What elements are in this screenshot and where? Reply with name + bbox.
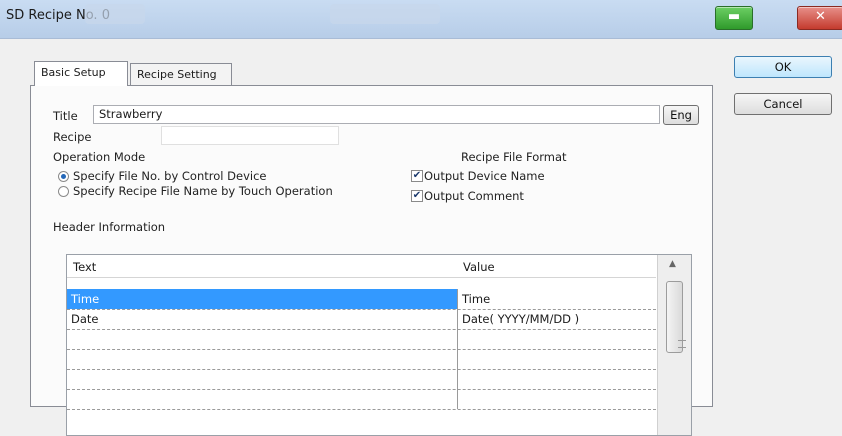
table-header: Text Value	[67, 255, 656, 278]
grip-icon	[678, 340, 686, 348]
header-info-table: Text Value Time Time Date Date( YYYY/MM/…	[66, 254, 692, 436]
recipe-label: Recipe	[53, 130, 92, 144]
eng-button[interactable]: Eng	[663, 105, 699, 125]
scroll-up-icon[interactable]: ▲	[669, 259, 676, 269]
format-option-label: Output Device Name	[424, 169, 545, 183]
cell-value[interactable]: Time	[458, 289, 656, 309]
cell-value[interactable]	[458, 329, 656, 349]
close-icon: ✕	[815, 9, 826, 24]
titlebar-blur	[330, 4, 440, 24]
cell-text[interactable]	[67, 369, 458, 389]
cell-value[interactable]	[458, 369, 656, 389]
cell-text[interactable]	[67, 389, 458, 409]
cell-text[interactable]: Date	[67, 309, 458, 329]
header-info-label: Header Information	[53, 220, 166, 234]
table-row[interactable]	[67, 369, 656, 390]
cancel-button[interactable]: Cancel	[734, 93, 832, 115]
output-device-name-checkbox[interactable]: ✔	[411, 170, 423, 182]
cell-text[interactable]	[67, 329, 458, 349]
mode-option-label: Specify File No. by Control Device	[73, 169, 267, 183]
column-header-text: Text	[73, 260, 97, 274]
recipe-input[interactable]	[161, 126, 339, 145]
mode-radio-file-no[interactable]	[58, 171, 69, 182]
cell-value[interactable]	[458, 389, 656, 409]
cell-text[interactable]	[67, 349, 458, 369]
tab-recipe-setting[interactable]: Recipe Setting	[130, 63, 232, 85]
ok-button[interactable]: OK	[734, 56, 832, 78]
table-row[interactable]	[67, 389, 656, 410]
output-comment-checkbox[interactable]: ✔	[411, 190, 423, 202]
dialog-client: Basic Setup Recipe Setting OK Cancel Tit…	[0, 39, 842, 436]
titlebar-blur	[85, 4, 145, 24]
tab-basic-setup[interactable]: Basic Setup	[34, 61, 128, 86]
format-option-label: Output Comment	[424, 189, 524, 203]
table-row[interactable]: Date Date( YYYY/MM/DD )	[67, 309, 656, 330]
minimize-icon: ▬	[727, 9, 741, 24]
column-header-value: Value	[463, 260, 495, 274]
cell-text[interactable]: Time	[67, 289, 458, 309]
table-row[interactable]: Time Time	[67, 289, 656, 310]
mode-option-label: Specify Recipe File Name by Touch Operat…	[73, 184, 333, 198]
close-button[interactable]: ✕	[797, 6, 842, 30]
minimize-button[interactable]: ▬	[715, 6, 753, 30]
file-format-label: Recipe File Format	[461, 150, 567, 164]
mode-radio-touch[interactable]	[58, 186, 69, 197]
scrollbar-thumb[interactable]	[666, 281, 686, 353]
check-icon: ✔	[412, 170, 422, 181]
title-input[interactable]: Strawberry	[93, 105, 660, 124]
check-icon: ✔	[412, 190, 422, 201]
table-row[interactable]	[67, 329, 656, 350]
operation-mode-label: Operation Mode	[53, 150, 146, 164]
cell-value[interactable]	[458, 349, 656, 369]
title-bar: SD Recipe No. 0 ▬ ✕	[0, 0, 842, 39]
table-row[interactable]	[67, 349, 656, 370]
title-label: Title	[53, 109, 78, 123]
table-scrollbar[interactable]: ▲	[657, 255, 691, 435]
cell-value[interactable]: Date( YYYY/MM/DD )	[458, 309, 656, 329]
